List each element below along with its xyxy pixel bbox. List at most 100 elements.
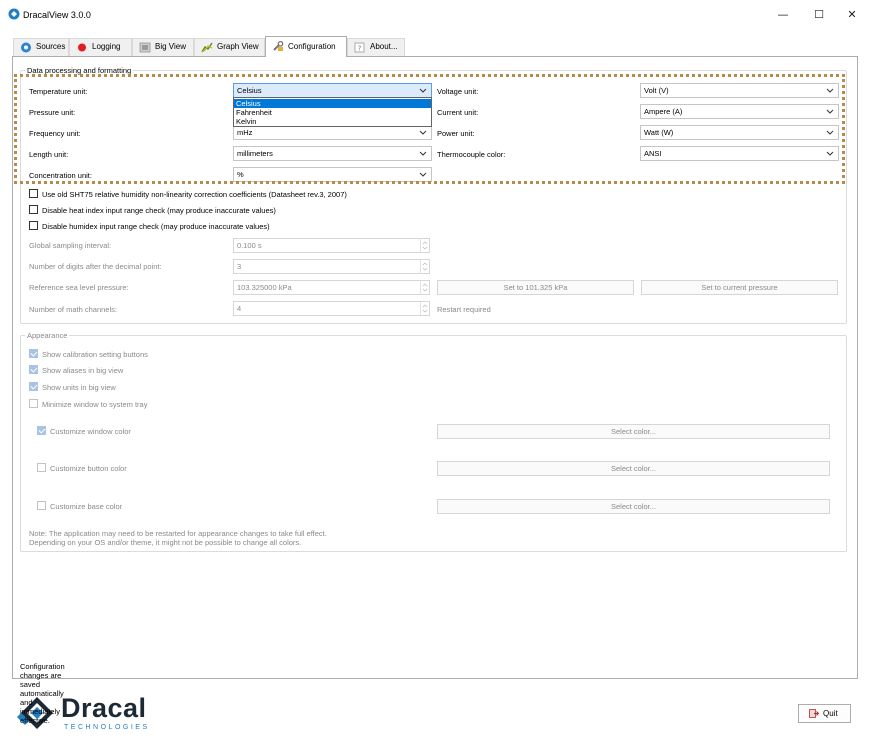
show-units-checkbox[interactable] (29, 382, 38, 391)
tab-big-view[interactable]: Big View (132, 38, 194, 56)
quit-label: Quit (823, 709, 838, 718)
minimize-button[interactable]: — (768, 5, 798, 25)
show-aliases-label: Show aliases in big view (42, 366, 124, 375)
math-channels-spinner[interactable]: 4 (233, 301, 430, 316)
minimize-tray-checkbox[interactable] (29, 399, 38, 408)
button-color-checkbox[interactable] (37, 463, 46, 472)
concentration-unit-select[interactable]: % (233, 167, 432, 182)
appearance-note-line-1: Note: The application may need to be res… (29, 529, 327, 538)
show-units-label: Show units in big view (42, 383, 116, 392)
concentration-unit-label: Concentration unit: (29, 171, 92, 180)
set-current-pressure-button[interactable]: Set to current pressure (641, 280, 838, 295)
tab-label: About... (370, 42, 398, 51)
thermocouple-color-select[interactable]: ANSI (640, 146, 839, 161)
voltage-unit-select[interactable]: Volt (V) (640, 83, 839, 98)
close-button[interactable]: ✕ (837, 5, 867, 25)
dropdown-option-fahrenheit[interactable]: Fahrenheit (234, 108, 431, 117)
tab-label: Configuration (288, 42, 336, 51)
tab-label: Big View (155, 42, 186, 51)
group-title: Appearance (25, 331, 70, 340)
chevron-down-icon (419, 151, 427, 156)
about-icon: ? (354, 42, 365, 53)
graph-icon (201, 42, 213, 53)
sampling-interval-spinner[interactable]: 0.100 s (233, 238, 430, 253)
chevron-down-icon (419, 88, 427, 93)
window-title: DracalView 3.0.0 (23, 10, 91, 20)
dropdown-option-celsius[interactable]: Celsius (234, 99, 431, 108)
logo-subtitle: TECHNOLOGIES (64, 724, 150, 731)
record-icon (78, 43, 86, 52)
thermocouple-color-label: Thermocouple color: (437, 150, 506, 159)
temperature-unit-dropdown-list: Celsius Fahrenheit Kelvin (233, 97, 432, 127)
math-channels-label: Number of math channels: (29, 305, 117, 314)
tab-configuration[interactable]: Configuration (265, 36, 347, 57)
power-unit-select[interactable]: Watt (W) (640, 125, 839, 140)
select-value: Volt (V) (644, 86, 669, 95)
group-title: Data processing and formatting (25, 66, 134, 75)
tab-logging[interactable]: Logging (69, 38, 132, 56)
tab-label: Sources (36, 42, 66, 51)
spinner-value: 103.325000 kPa (237, 283, 292, 292)
select-button-color-button[interactable]: Select color... (437, 461, 830, 476)
chevron-down-icon (826, 151, 834, 156)
tab-label: Logging (92, 42, 121, 51)
temperature-unit-select[interactable]: Celsius (233, 83, 432, 98)
chevron-down-icon (826, 130, 834, 135)
tab-sources[interactable]: Sources (13, 38, 69, 56)
select-value: ANSI (644, 149, 662, 158)
svg-text:?: ? (358, 45, 362, 53)
base-color-checkbox[interactable] (37, 501, 46, 510)
tab-graph-view[interactable]: Graph View (194, 38, 265, 56)
show-calibration-checkbox[interactable] (29, 349, 38, 358)
select-value: Watt (W) (644, 128, 674, 137)
spinner-arrows-icon (420, 302, 428, 315)
show-aliases-checkbox[interactable] (29, 365, 38, 374)
minimize-tray-label: Minimize window to system tray (42, 400, 148, 409)
length-unit-label: Length unit: (29, 150, 69, 159)
base-color-label: Customize base color (50, 502, 123, 511)
sea-level-pressure-spinner[interactable]: 103.325000 kPa (233, 280, 430, 295)
current-unit-select[interactable]: Ampere (A) (640, 104, 839, 119)
tab-about[interactable]: ? About... (347, 38, 405, 56)
appearance-note-line-2: Depending on your OS and/or theme, it mi… (29, 538, 302, 547)
chevron-down-icon (826, 88, 834, 93)
heat-index-checkbox[interactable] (29, 205, 38, 214)
select-window-color-button[interactable]: Select color... (437, 424, 830, 439)
title-bar: DracalView 3.0.0 — ☐ ✕ (0, 0, 869, 30)
spinner-value: 3 (237, 262, 242, 271)
quit-button[interactable]: Quit (798, 704, 851, 723)
show-calibration-label: Show calibration setting buttons (42, 350, 148, 359)
old-sht75-checkbox[interactable] (29, 189, 38, 198)
appearance-group (20, 335, 847, 552)
spinner-arrows-icon (420, 260, 428, 273)
select-value: millimeters (237, 149, 273, 158)
button-color-label: Customize button color (50, 464, 127, 473)
window-color-checkbox[interactable] (37, 426, 46, 435)
set-standard-pressure-button[interactable]: Set to 101.325 kPa (437, 280, 634, 295)
spinner-value: 0.100 s (237, 241, 262, 250)
old-sht75-label: Use old SHT75 relative humidity non-line… (42, 190, 347, 199)
spinner-arrows-icon (420, 239, 428, 252)
wrench-icon (273, 41, 284, 51)
humidex-checkbox[interactable] (29, 221, 38, 230)
select-value: Ampere (A) (644, 107, 683, 116)
spinner-arrows-icon (420, 281, 428, 294)
frequency-unit-select[interactable]: mHz (233, 125, 432, 140)
decimal-digits-spinner[interactable]: 3 (233, 259, 430, 274)
sampling-interval-label: Global sampling interval: (29, 241, 112, 250)
length-unit-select[interactable]: millimeters (233, 146, 432, 161)
temperature-unit-label: Temperature unit: (29, 87, 88, 96)
exit-icon (809, 709, 819, 718)
select-base-color-button[interactable]: Select color... (437, 499, 830, 514)
select-value: mHz (237, 128, 253, 137)
tab-label: Graph View (217, 42, 259, 51)
pressure-unit-label: Pressure unit: (29, 108, 76, 117)
maximize-button[interactable]: ☐ (804, 5, 834, 25)
dropdown-option-kelvin[interactable]: Kelvin (234, 117, 431, 126)
chevron-down-icon (419, 130, 427, 135)
select-value: Celsius (237, 86, 262, 95)
power-unit-label: Power unit: (437, 129, 475, 138)
sea-level-pressure-label: Reference sea level pressure: (29, 283, 129, 292)
select-value: % (237, 170, 244, 179)
logo-wordmark: Dracal (61, 693, 147, 723)
